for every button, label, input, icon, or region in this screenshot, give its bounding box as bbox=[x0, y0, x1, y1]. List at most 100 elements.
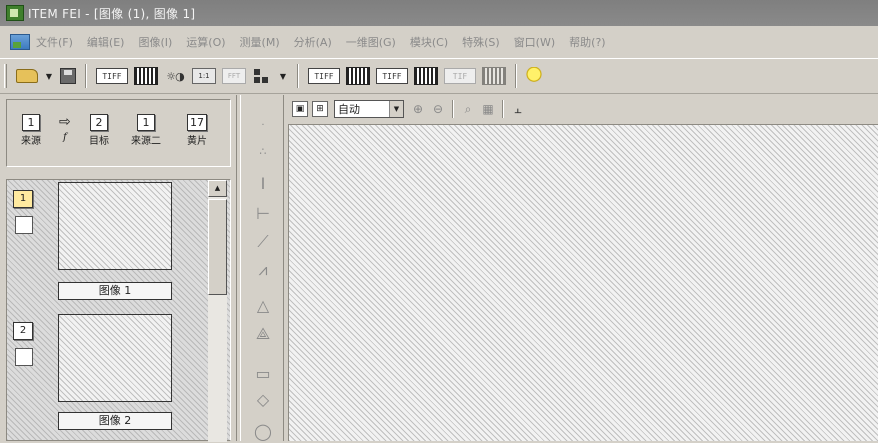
target-number: 2 bbox=[90, 114, 108, 131]
angle-tool[interactable]: △ bbox=[251, 295, 275, 317]
rectangle-icon: ▭ bbox=[255, 364, 271, 383]
image-stack-button[interactable] bbox=[134, 65, 158, 87]
polygon-tool[interactable]: ⟁ bbox=[251, 323, 275, 345]
dropdown-arrow-icon: ▼ bbox=[279, 71, 287, 81]
thumbnail-checkbox-2[interactable] bbox=[15, 348, 33, 366]
overview-button[interactable]: ▦ bbox=[481, 102, 495, 116]
line-tool[interactable]: ⟋ bbox=[251, 231, 275, 253]
dots-icon: ∴ bbox=[259, 145, 267, 158]
function-selector[interactable]: ⇨ f bbox=[59, 114, 71, 143]
target-selector[interactable]: 2 目标 bbox=[89, 114, 109, 147]
toolbar-grip[interactable] bbox=[4, 64, 7, 88]
image-canvas[interactable] bbox=[288, 124, 878, 441]
toolbar-separator bbox=[502, 100, 504, 118]
image-tiff-3-button[interactable]: TIFF bbox=[376, 65, 408, 87]
ellipse-icon: ◯ bbox=[254, 422, 272, 441]
multi-point-tool[interactable]: ∴ bbox=[251, 141, 275, 163]
source2-label: 来源二 bbox=[131, 136, 161, 147]
source2-selector[interactable]: 1 来源二 bbox=[131, 114, 161, 147]
zoom-selection-button[interactable]: ⌕ bbox=[461, 102, 475, 116]
frames-selector[interactable]: 17 黄片 bbox=[187, 114, 207, 147]
scroll-up-button[interactable]: ▲ bbox=[208, 180, 227, 197]
tree-button[interactable] bbox=[252, 65, 272, 87]
image-info-button[interactable]: 1:1 bbox=[192, 65, 216, 87]
image-stack-4-button[interactable] bbox=[482, 65, 506, 87]
menu-1d-graph[interactable]: 一维图(G) bbox=[346, 34, 396, 50]
image-tiff-2-button[interactable]: TIFF bbox=[308, 65, 340, 87]
open-folder-icon bbox=[16, 69, 38, 83]
polyline-icon: ⩘ bbox=[258, 260, 268, 279]
thumbnail-image-2[interactable] bbox=[58, 314, 172, 402]
image-film-icon: TIFF bbox=[308, 68, 340, 84]
frames-label: 黄片 bbox=[187, 136, 207, 147]
image-stack-3-button[interactable] bbox=[414, 65, 438, 87]
function-label: f bbox=[63, 132, 67, 143]
align-icon: ⫠ bbox=[514, 102, 522, 116]
rectangle-tool[interactable]: ▭ bbox=[251, 363, 275, 385]
thumbnail-caption-1[interactable]: 图像 1 bbox=[58, 282, 172, 300]
toolbar-separator bbox=[297, 64, 299, 88]
window-title: ITEM FEI - [图像 (1), 图像 1] bbox=[28, 6, 196, 21]
save-button[interactable] bbox=[60, 65, 76, 87]
tree-icon bbox=[252, 67, 272, 85]
image-stack-icon bbox=[134, 67, 158, 85]
thumbnail-scrollbar[interactable]: ▲ bbox=[208, 180, 227, 442]
i-beam-icon: I bbox=[260, 174, 266, 193]
document-icon[interactable] bbox=[10, 34, 30, 50]
source2-number: 1 bbox=[137, 114, 155, 131]
grid-button[interactable]: ⊞ bbox=[312, 101, 328, 117]
menu-edit[interactable]: 编辑(E) bbox=[87, 34, 125, 50]
image-info-icon: 1:1 bbox=[192, 68, 216, 84]
vertical-distance-tool[interactable]: I bbox=[251, 173, 275, 195]
menu-module[interactable]: 模块(C) bbox=[410, 34, 448, 50]
thumbnail-image-1[interactable] bbox=[58, 182, 172, 270]
contrast-button[interactable]: ☼◑ bbox=[164, 65, 186, 87]
dot-icon: · bbox=[261, 120, 265, 131]
zoom-select[interactable]: 自动 ▼ bbox=[334, 100, 404, 118]
zoom-in-button[interactable]: ⊕ bbox=[411, 102, 425, 116]
menu-help[interactable]: 帮助(?) bbox=[569, 34, 605, 50]
open-button[interactable] bbox=[16, 65, 38, 87]
fit-window-button[interactable]: ▣ bbox=[292, 101, 308, 117]
measurement-tools: · ∴ I ⊢ ⟋ ⩘ △ ⟁ ▭ ◇ ◯ bbox=[240, 95, 284, 441]
toolbar-separator bbox=[515, 64, 517, 88]
image-stack-icon bbox=[414, 67, 438, 85]
horizontal-distance-tool[interactable]: ⊢ bbox=[251, 203, 275, 225]
image-list-panel: 1 来源 ⇨ f 2 目标 1 来源二 17 黄片 1 图像 1 2 图像 2 bbox=[0, 95, 237, 442]
scroll-thumb[interactable] bbox=[208, 199, 227, 295]
menu-special[interactable]: 特殊(S) bbox=[462, 34, 500, 50]
align-button[interactable]: ⫠ bbox=[511, 102, 525, 116]
thumbnail-checkbox-1[interactable] bbox=[15, 216, 33, 234]
image-tiff-button[interactable]: TIFF bbox=[96, 65, 128, 87]
save-disk-icon bbox=[60, 68, 76, 84]
magnifier-icon: ⌕ bbox=[464, 102, 472, 116]
thumbnail-list[interactable]: 1 图像 1 2 图像 2 ▲ bbox=[6, 179, 231, 442]
diamond-tool[interactable]: ◇ bbox=[251, 389, 275, 411]
ellipse-tool[interactable]: ◯ bbox=[251, 421, 275, 443]
hint-button[interactable] bbox=[526, 65, 542, 87]
chevron-down-icon[interactable]: ▼ bbox=[389, 101, 403, 117]
image-stack-2-button[interactable] bbox=[346, 65, 370, 87]
menu-analysis[interactable]: 分析(A) bbox=[294, 34, 332, 50]
source-number: 1 bbox=[22, 114, 40, 131]
horizontal-bar-icon: ⊢ bbox=[256, 204, 270, 223]
image-film-icon: TIFF bbox=[376, 68, 408, 84]
source-selector[interactable]: 1 来源 bbox=[21, 114, 41, 147]
menu-image[interactable]: 图像(I) bbox=[138, 34, 172, 50]
image-tiff-4-button[interactable]: TIF bbox=[444, 65, 476, 87]
menu-file[interactable]: 文件(F) bbox=[36, 34, 73, 50]
fft-button[interactable]: FFT bbox=[222, 65, 246, 87]
polyline-tool[interactable]: ⩘ bbox=[251, 259, 275, 281]
menu-window[interactable]: 窗口(W) bbox=[514, 34, 555, 50]
thumbnail-number-2[interactable]: 2 bbox=[13, 322, 33, 340]
app-icon[interactable] bbox=[6, 5, 24, 21]
zoom-out-button[interactable]: ⊖ bbox=[431, 102, 445, 116]
menu-operations[interactable]: 运算(O) bbox=[186, 34, 225, 50]
tree-dropdown-button[interactable]: ▼ bbox=[278, 65, 288, 87]
thumbnail-number-1[interactable]: 1 bbox=[13, 190, 33, 208]
menu-measure[interactable]: 测量(M) bbox=[240, 34, 280, 50]
open-dropdown-button[interactable]: ▼ bbox=[44, 65, 54, 87]
toolbar-separator bbox=[452, 100, 454, 118]
point-tool[interactable]: · bbox=[251, 115, 275, 137]
thumbnail-caption-2[interactable]: 图像 2 bbox=[58, 412, 172, 430]
